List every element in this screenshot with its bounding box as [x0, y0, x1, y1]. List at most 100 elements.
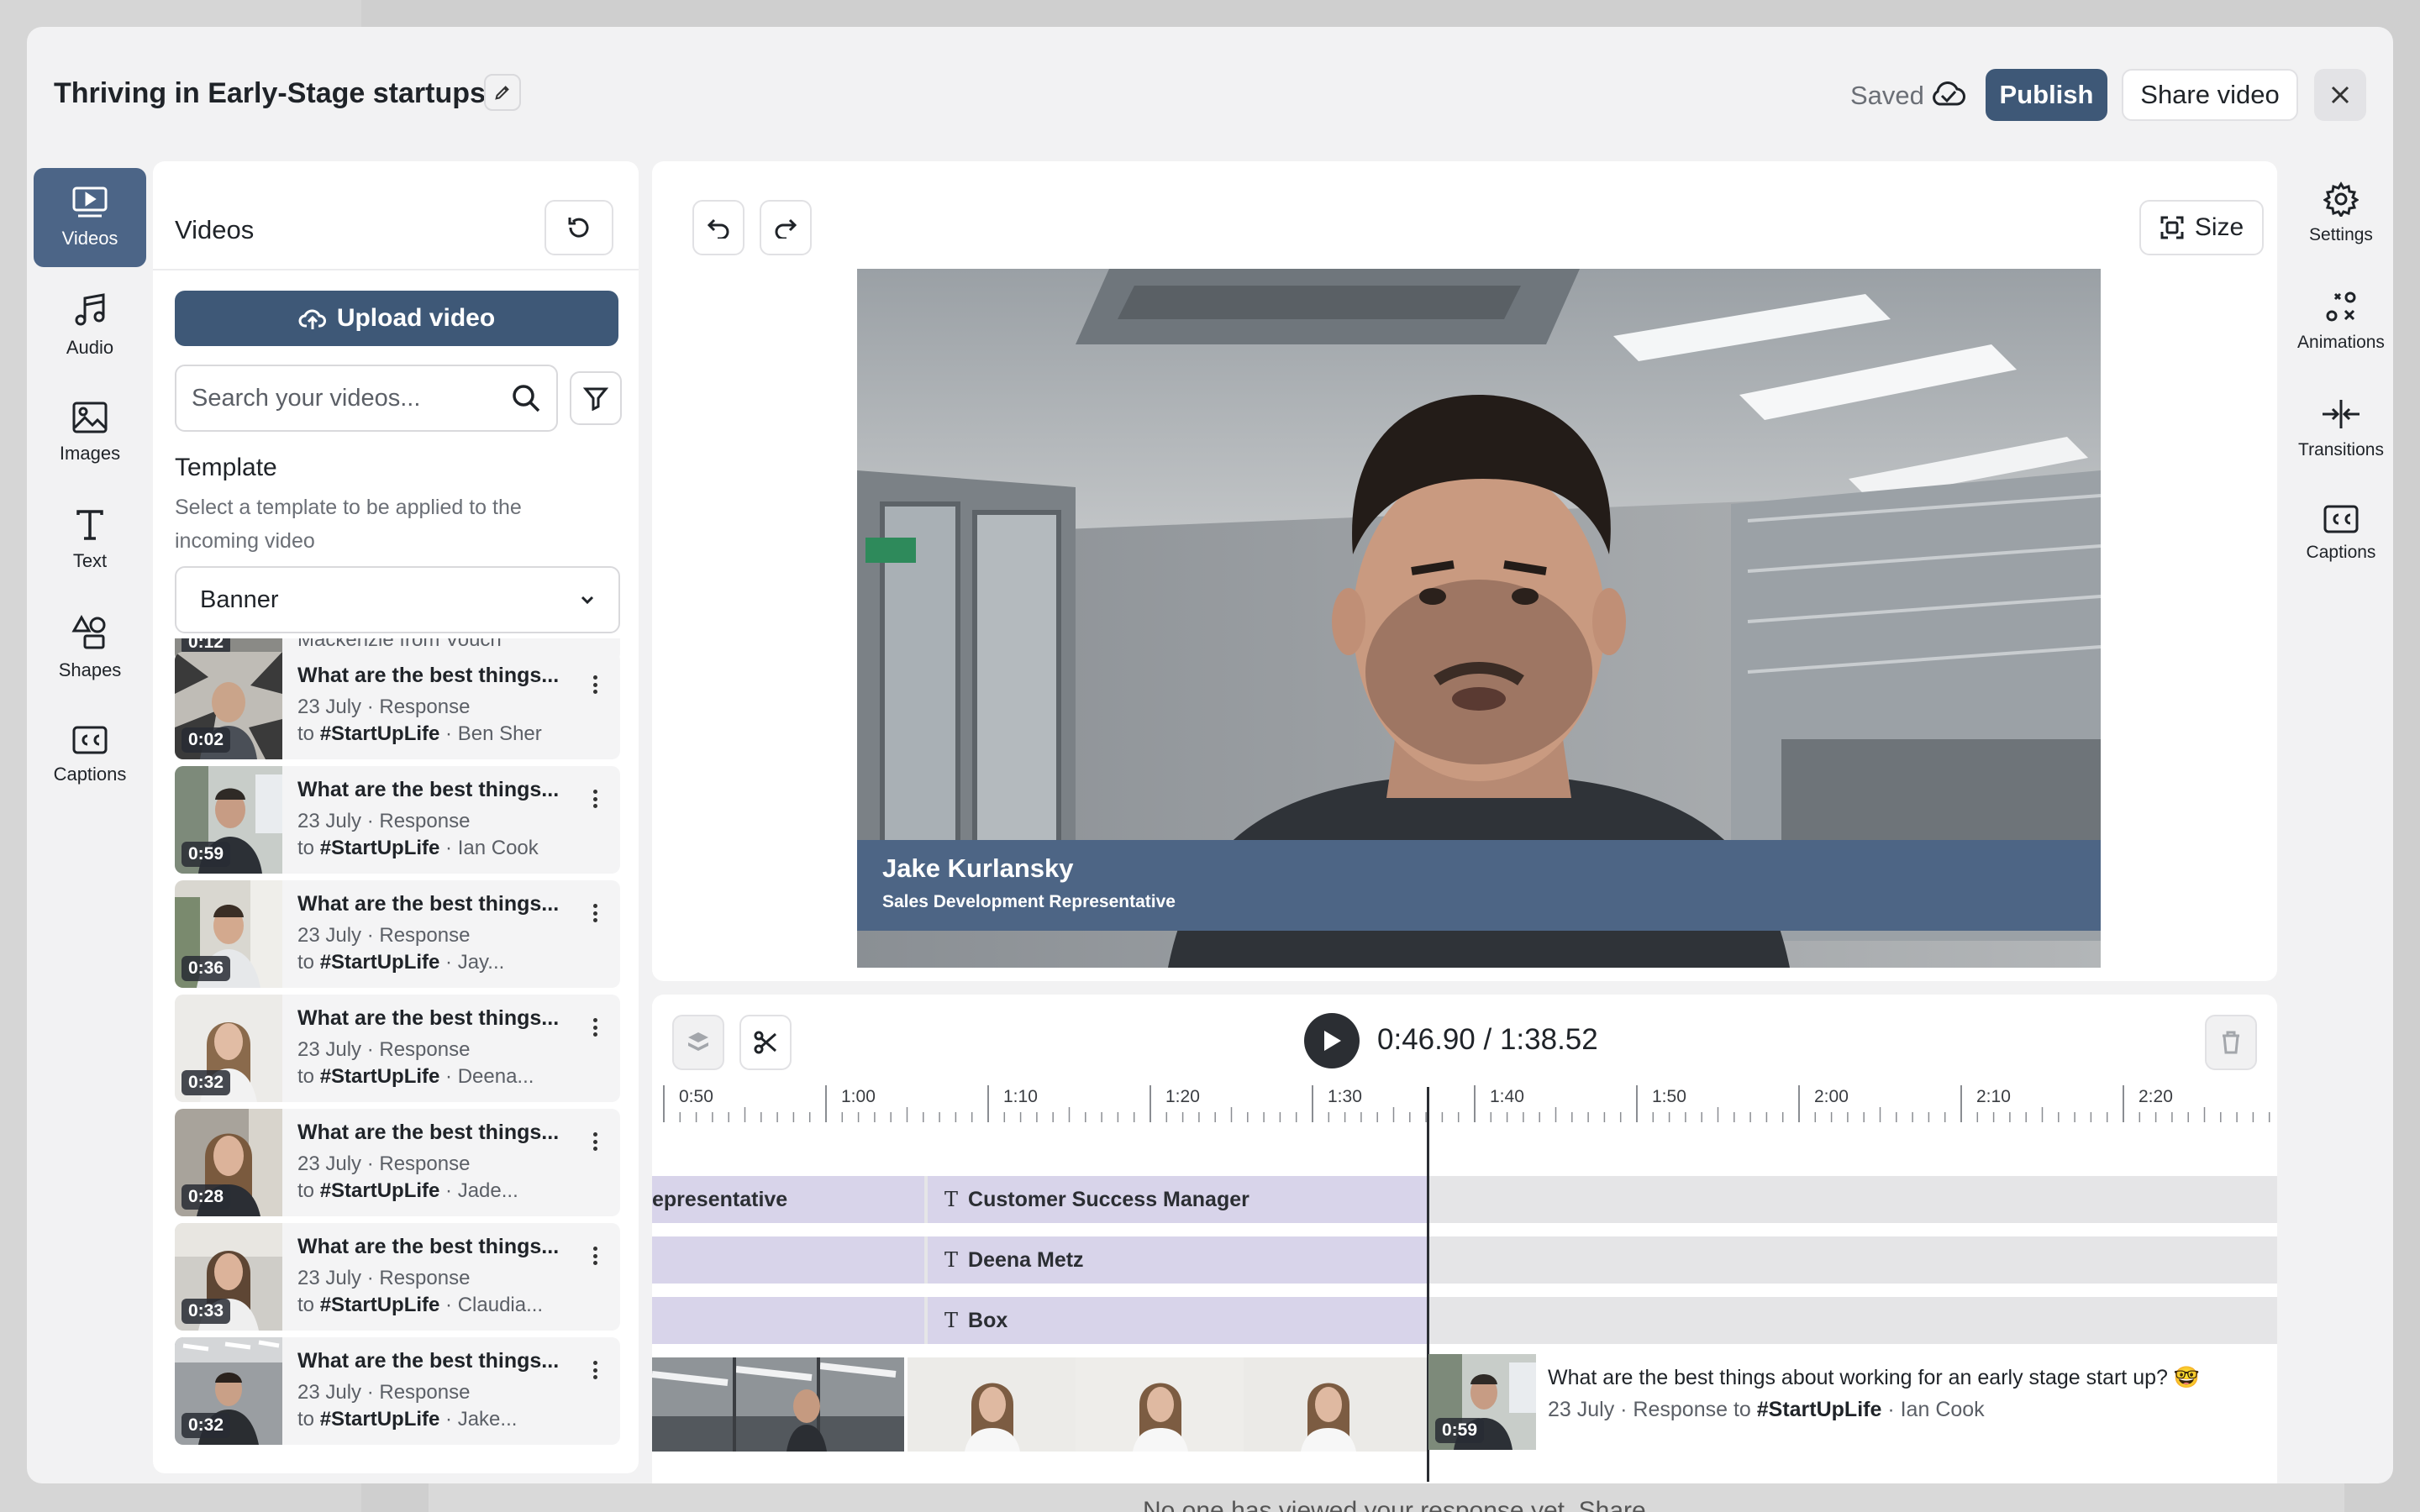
split-button[interactable]: [739, 1015, 792, 1070]
panel-title: Videos: [175, 215, 255, 244]
video-to: to: [297, 1408, 315, 1431]
video-author: · Jake...: [445, 1408, 518, 1431]
rail-item-videos[interactable]: Videos: [34, 168, 146, 267]
more-options-button[interactable]: [585, 1129, 605, 1154]
text-track[interactable]: T Box: [652, 1297, 2277, 1344]
rail-item-images[interactable]: Images: [34, 383, 146, 482]
text-clip[interactable]: T Customer Success Manager: [928, 1176, 1428, 1223]
video-to: to: [297, 1065, 315, 1088]
list-item[interactable]: 0:33 What are the best things... 23 July…: [175, 1223, 620, 1331]
rail-item-captions[interactable]: Captions: [34, 706, 146, 805]
time-ruler[interactable]: 0:50 1:00 1:10 1:20 1:30 1:40 1:50 2:00 …: [652, 1085, 2277, 1124]
more-options-button[interactable]: [585, 1015, 605, 1040]
refresh-button[interactable]: [544, 200, 613, 255]
video-author: · Deena...: [445, 1065, 534, 1088]
rail-item-captions-right[interactable]: Captions: [2289, 504, 2393, 563]
rail-label-shapes: Shapes: [58, 659, 122, 680]
close-button[interactable]: [2314, 69, 2366, 121]
more-options-button[interactable]: [585, 1357, 605, 1383]
transitions-icon: [2323, 400, 2360, 428]
duration-badge: 0:02: [182, 727, 231, 753]
undo-icon: [707, 218, 729, 239]
text-clip[interactable]: T Box: [928, 1297, 1428, 1344]
rail-item-shapes[interactable]: Shapes: [34, 598, 146, 697]
duration-badge: 0:59: [1435, 1418, 1485, 1443]
scissors-icon: [754, 1031, 776, 1054]
video-date: 23 July · Response: [297, 1381, 471, 1404]
list-item[interactable]: 0:36 What are the best things... 23 July…: [175, 880, 620, 988]
rail-label-audio: Audio: [66, 337, 114, 358]
share-video-button[interactable]: Share video: [2122, 69, 2298, 121]
rail-label-images: Images: [59, 443, 121, 464]
lower-third-banner[interactable]: Jake Kurlansky Sales Development Represe…: [857, 840, 2101, 931]
publish-button[interactable]: Publish: [1986, 69, 2107, 121]
captions-icon: [2323, 505, 2359, 533]
videos-panel: Videos Upload video Search your videos..…: [153, 161, 639, 1473]
text-clip[interactable]: [652, 1297, 924, 1344]
text-track[interactable]: epresentative T Customer Success Manager: [652, 1176, 2277, 1223]
video-icon: [72, 186, 108, 218]
animations-label: Animations: [2297, 333, 2385, 352]
duration-badge: 0:28: [182, 1184, 231, 1210]
ruler-label: 2:00: [1814, 1087, 1849, 1106]
video-meta: to #StartUpLife · Claudia...: [297, 1294, 543, 1317]
filter-button[interactable]: [570, 371, 622, 425]
play-button[interactable]: [1304, 1013, 1360, 1068]
list-item[interactable]: 0:32 What are the best things... 23 July…: [175, 1337, 620, 1445]
undo-button[interactable]: [692, 200, 744, 255]
video-player[interactable]: Jake Kurlansky Sales Development Represe…: [857, 269, 2101, 968]
text-clip-label: Customer Success Manager: [968, 1187, 1249, 1211]
video-meta: to #StartUpLife · Jake...: [297, 1408, 517, 1431]
more-options-button[interactable]: [585, 1243, 605, 1268]
text-clip[interactable]: T Deena Metz: [928, 1236, 1428, 1284]
video-tag: #StartUpLife: [319, 722, 440, 745]
banner-role: Sales Development Representative: [882, 892, 1176, 911]
list-item[interactable]: 0:02 What are the best things... 23 July…: [175, 652, 620, 759]
text-track[interactable]: T Deena Metz: [652, 1236, 2277, 1284]
duration-badge: 0:32: [182, 1413, 231, 1438]
rail-item-transitions[interactable]: Transitions: [2289, 396, 2393, 460]
text-clip[interactable]: [652, 1236, 924, 1284]
video-thumbnail: 0:28: [175, 1109, 282, 1216]
timeline-panel: 0:46.90 / 1:38.52 0:50 1:00 1:10 1:20 1:…: [652, 995, 2277, 1483]
rail-item-settings[interactable]: Settings: [2289, 181, 2393, 245]
upload-video-button[interactable]: Upload video: [175, 291, 618, 346]
rail-item-text[interactable]: Text: [34, 491, 146, 590]
ruler-ticks: [663, 1085, 2270, 1122]
pencil-icon: [495, 86, 509, 100]
text-icon: [76, 510, 103, 540]
redo-button[interactable]: [760, 200, 812, 255]
edit-title-button[interactable]: [484, 74, 521, 111]
delete-button[interactable]: [2205, 1015, 2257, 1070]
video-thumbnail: 0:33: [175, 1223, 282, 1331]
video-author: · Ian Cook: [445, 837, 539, 859]
video-to: to: [297, 951, 315, 974]
template-select[interactable]: Banner: [175, 566, 620, 633]
ruler-label: 1:10: [1003, 1087, 1038, 1106]
rail-item-audio[interactable]: Audio: [34, 276, 146, 375]
list-item[interactable]: 0:59 What are the best things... 23 July…: [175, 766, 620, 874]
text-clip-label: Box: [968, 1308, 1008, 1332]
video-meta: to #StartUpLife · Jay...: [297, 951, 504, 974]
search-input[interactable]: Search your videos...: [175, 365, 558, 432]
banner-name: Jake Kurlansky: [882, 853, 1074, 883]
more-options-button[interactable]: [585, 786, 605, 811]
layers-button[interactable]: [672, 1015, 724, 1070]
upload-video-label: Upload video: [336, 304, 496, 332]
more-options-button[interactable]: [585, 900, 605, 926]
page-title: Thriving in Early-Stage startups: [54, 77, 486, 109]
size-button[interactable]: Size: [2139, 200, 2264, 255]
hover-card-title: What are the best things about working f…: [1548, 1366, 2200, 1389]
text-clip[interactable]: epresentative: [652, 1176, 924, 1223]
more-options-button[interactable]: [585, 672, 605, 697]
layers-icon: [688, 1032, 708, 1051]
rail-item-animations[interactable]: Animations: [2289, 289, 2393, 353]
duration-badge: 0:32: [182, 1070, 231, 1095]
list-item[interactable]: 0:32 What are the best things... 23 July…: [175, 995, 620, 1102]
animations-icon: [2326, 291, 2356, 322]
video-hover-card[interactable]: 0:59 What are the best things about work…: [1428, 1354, 2277, 1450]
ruler-label: 1:30: [1328, 1087, 1362, 1106]
video-clip-strip[interactable]: [652, 1357, 1428, 1452]
transitions-label: Transitions: [2298, 440, 2384, 459]
list-item[interactable]: 0:28 What are the best things... 23 July…: [175, 1109, 620, 1216]
